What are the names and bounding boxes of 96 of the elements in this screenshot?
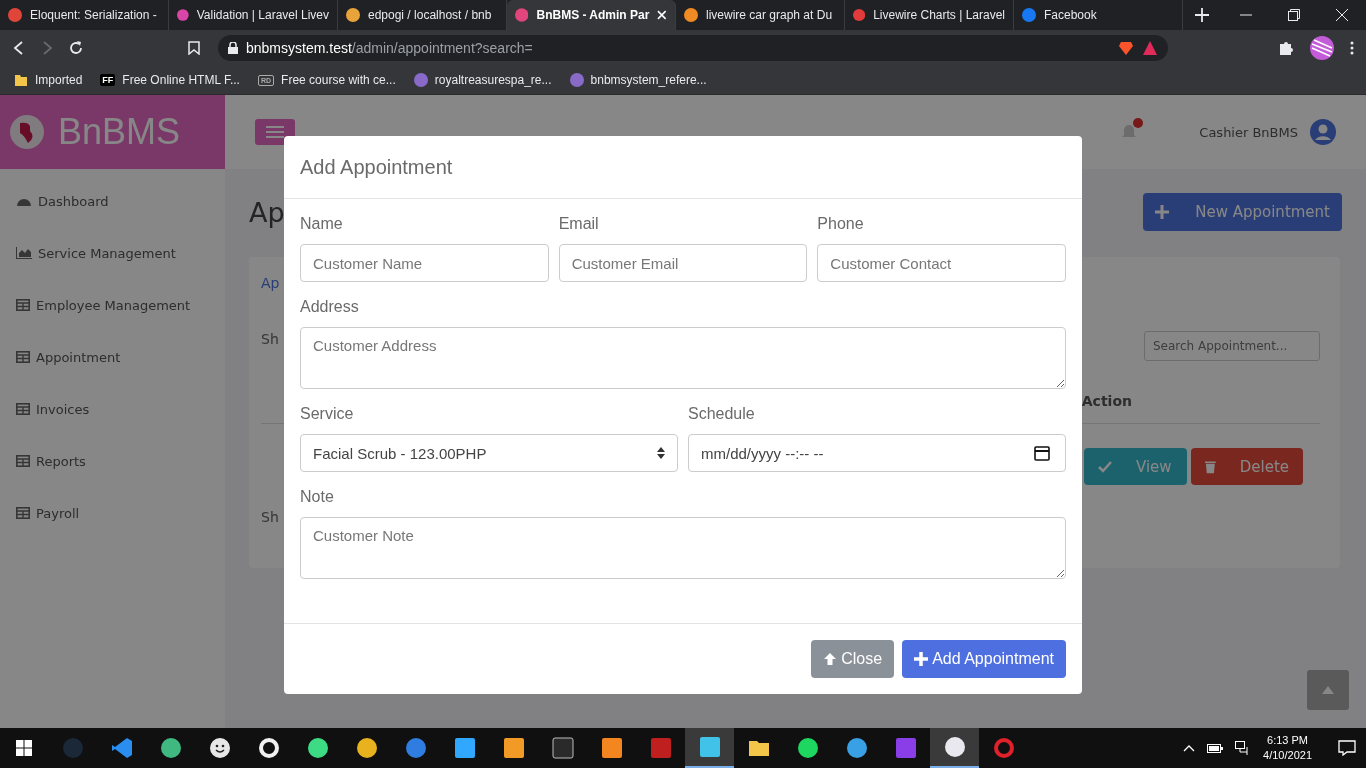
entries-info-text: Sh — [261, 509, 279, 525]
square-icon[interactable] — [894, 737, 917, 759]
plus-icon — [914, 652, 929, 666]
bookmark-link[interactable]: Imported — [35, 73, 83, 87]
table-icon — [16, 455, 30, 467]
sidebar-item[interactable]: Employee Management — [0, 289, 225, 341]
sidebar-item[interactable]: Reports — [0, 445, 225, 497]
field-label: Email — [558, 215, 600, 233]
sidebar-item[interactable]: Payroll — [0, 497, 225, 549]
avatar-icon[interactable] — [1310, 36, 1334, 60]
user-name[interactable]: Cashier BnBMS — [1199, 124, 1298, 140]
field-label: Note — [300, 488, 335, 506]
favicon-icon — [684, 8, 698, 22]
address-field[interactable]: Customer Address — [300, 327, 1066, 389]
bookmark-link[interactable]: royaltreasurespa_re... — [434, 73, 552, 87]
table-icon — [16, 507, 30, 519]
new-tab-icon[interactable] — [1195, 8, 1209, 22]
clock[interactable]: 6:13 PM 4/10/2021 — [1263, 733, 1312, 763]
arrow-up-icon — [823, 652, 838, 666]
field-label: Phone — [817, 215, 865, 233]
favicon-icon — [8, 8, 22, 22]
check-icon — [1098, 460, 1112, 473]
bookmark-link[interactable]: Free Online HTML F... — [122, 73, 240, 87]
square-icon[interactable] — [502, 737, 525, 759]
terminal-icon[interactable] — [551, 737, 574, 759]
circle-icon[interactable] — [159, 737, 182, 759]
circle-icon[interactable] — [306, 737, 329, 759]
search-field[interactable]: Search Appointment... — [1144, 331, 1320, 361]
input-field[interactable]: Customer Email — [558, 244, 808, 282]
bookmark-icon[interactable] — [188, 41, 200, 55]
browser-tab[interactable]: BnBMS - Admin Par — [507, 0, 676, 30]
field-label: Name — [300, 215, 344, 233]
favicon-icon — [413, 73, 428, 87]
plus-icon — [1155, 205, 1170, 219]
add-appointment-button[interactable]: Add Appointment — [902, 640, 1066, 678]
circle-icon[interactable] — [404, 737, 427, 759]
sort-arrows-icon — [657, 447, 665, 459]
favicon-icon — [177, 8, 189, 22]
favicon-icon — [853, 8, 866, 22]
note-field[interactable]: Customer Note — [300, 517, 1066, 579]
bookmark-link[interactable]: Free course with ce... — [281, 73, 396, 87]
bookmark-link[interactable]: bnbmsystem_refere... — [590, 73, 707, 87]
circle-icon[interactable] — [943, 736, 966, 758]
caret-up-icon — [1322, 686, 1334, 694]
close-icon[interactable] — [1336, 9, 1348, 21]
reload-icon[interactable] — [68, 40, 84, 56]
sidebar-item[interactable]: Service Management — [0, 237, 225, 289]
menu-button[interactable] — [255, 119, 295, 145]
caret-up-icon[interactable] — [1183, 744, 1196, 752]
trash-icon — [1205, 459, 1216, 474]
square-icon[interactable] — [698, 736, 721, 758]
calendar-icon[interactable] — [1034, 445, 1050, 461]
restore-icon[interactable] — [1288, 9, 1300, 21]
field-label: Service — [300, 405, 355, 423]
table-icon — [16, 351, 30, 363]
chevron-icon[interactable] — [110, 737, 133, 759]
bell-icon[interactable] — [1121, 122, 1138, 139]
sidebar-item[interactable]: Dashboard — [0, 185, 225, 237]
lock-icon — [228, 42, 238, 54]
triangle-icon[interactable] — [1142, 40, 1158, 56]
puzzle-icon[interactable] — [1278, 40, 1294, 56]
dialog-title: Add Appointment — [300, 155, 453, 179]
column-header: Action — [1081, 393, 1132, 409]
notification-badge — [1133, 117, 1144, 128]
folder-icon — [14, 73, 28, 87]
square-icon[interactable] — [600, 737, 623, 759]
field-label: Address — [300, 298, 360, 316]
chart-icon — [16, 247, 32, 259]
square-icon[interactable] — [453, 737, 476, 759]
page-heading: Ap — [249, 196, 285, 228]
circle-icon[interactable] — [355, 737, 378, 759]
favicon-icon: FF — [100, 74, 116, 86]
sidebar-item[interactable]: Invoices — [0, 393, 225, 445]
favicon-icon — [515, 8, 529, 22]
circle-icon[interactable] — [796, 737, 819, 759]
favicon-icon — [346, 8, 360, 22]
show-entries-text: Sh — [261, 331, 279, 347]
field-label: Schedule — [688, 405, 756, 423]
sidebar-item[interactable]: Appointment — [0, 341, 225, 393]
user-icon[interactable] — [1310, 119, 1336, 145]
favicon-icon — [1022, 8, 1036, 22]
schedule-field[interactable]: mm/dd/yyyy --:-- -- — [688, 434, 1066, 472]
favicon-icon — [569, 73, 584, 87]
smiley-icon[interactable] — [208, 737, 231, 759]
table-icon — [16, 299, 30, 311]
logo-icon — [10, 115, 44, 149]
input-field[interactable]: Customer Name — [300, 244, 549, 282]
notification-icon[interactable] — [1338, 740, 1356, 756]
address-bar[interactable]: bnbmsystem.test/admin/appointment?search= — [218, 35, 1168, 61]
menu-icon[interactable] — [1350, 41, 1354, 55]
service-select[interactable]: Facial Scrub - 123.00PHP — [300, 434, 678, 472]
logo-text: BnBMS — [58, 111, 181, 153]
battery-icon[interactable] — [1207, 743, 1224, 753]
input-field[interactable]: Customer Contact — [817, 244, 1066, 282]
windows-icon[interactable] — [16, 740, 32, 756]
table-icon — [16, 403, 30, 415]
